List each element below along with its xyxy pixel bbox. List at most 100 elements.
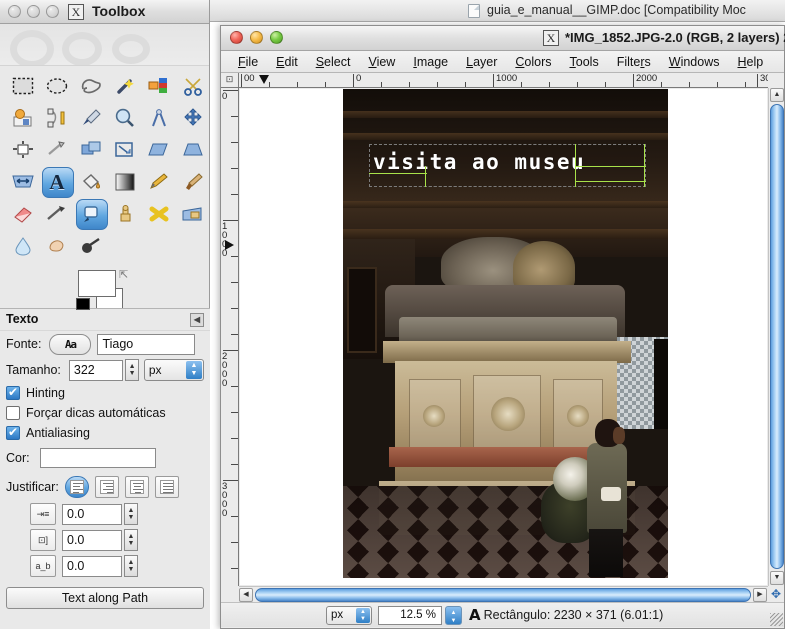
image-window-controls[interactable] bbox=[230, 31, 283, 44]
ellipse-select-tool[interactable] bbox=[40, 70, 74, 102]
ink-tool[interactable] bbox=[74, 198, 108, 230]
align-tool[interactable] bbox=[6, 134, 40, 166]
font-name-input[interactable]: Tiago bbox=[97, 333, 196, 355]
scroll-up-arrow-icon[interactable]: ▲ bbox=[770, 88, 784, 102]
align-left-button[interactable] bbox=[64, 476, 89, 498]
letter-spacing-input[interactable]: 0.0 bbox=[62, 555, 122, 577]
toolbox-wilber-drop-area[interactable] bbox=[0, 24, 209, 66]
move-tool[interactable] bbox=[176, 102, 210, 134]
size-stepper[interactable]: ▲ ▼ bbox=[125, 359, 139, 381]
toolbox-titlebar[interactable]: X Toolbox bbox=[0, 0, 209, 24]
text-layer-selection[interactable]: visita ao museu bbox=[369, 144, 646, 187]
zoom-button[interactable] bbox=[46, 5, 59, 18]
tool-grid[interactable]: A bbox=[0, 66, 209, 262]
rotate-tool[interactable] bbox=[74, 134, 108, 166]
vertical-scroll-thumb[interactable] bbox=[770, 104, 784, 569]
minimize-button[interactable] bbox=[250, 31, 263, 44]
letter-spacing-icon[interactable]: a_b bbox=[30, 555, 56, 577]
menu-windows[interactable]: Windows bbox=[660, 53, 729, 71]
airbrush-tool[interactable] bbox=[40, 198, 74, 230]
align-justify-button[interactable] bbox=[154, 476, 179, 498]
horizontal-scroll-thumb[interactable] bbox=[255, 588, 751, 602]
dodge-burn-tool[interactable] bbox=[74, 230, 108, 262]
menu-image[interactable]: Image bbox=[404, 53, 457, 71]
rect-select-tool[interactable] bbox=[6, 70, 40, 102]
force-autohint-checkbox[interactable] bbox=[6, 406, 20, 420]
color-picker-tool[interactable] bbox=[74, 102, 108, 134]
pencil-tool[interactable] bbox=[142, 166, 176, 198]
swap-colors-icon[interactable]: ⇱ bbox=[119, 268, 131, 281]
hinting-row[interactable]: Hinting bbox=[0, 383, 210, 403]
indent-stepper[interactable]: ▲ ▼ bbox=[124, 503, 138, 525]
menu-layer[interactable]: Layer bbox=[457, 53, 506, 71]
text-tool[interactable]: A bbox=[40, 166, 74, 198]
indent-input[interactable]: 0.0 bbox=[62, 503, 122, 525]
line-spacing-stepper[interactable]: ▲ ▼ bbox=[124, 529, 138, 551]
font-preview-button[interactable]: Aa bbox=[49, 333, 92, 355]
minimize-button[interactable] bbox=[27, 5, 40, 18]
photo-image[interactable]: visita ao museu bbox=[343, 89, 668, 578]
zoom-stepper[interactable]: ▲ ▼ bbox=[445, 605, 462, 625]
perspective-tool[interactable] bbox=[176, 134, 210, 166]
menu-bar[interactable]: FFileile Edit Select View Image Layer Co… bbox=[221, 51, 784, 73]
close-button[interactable] bbox=[8, 5, 21, 18]
ruler-origin-icon[interactable]: ⊡ bbox=[221, 73, 239, 88]
vertical-ruler[interactable]: 0 1000 2000 3000 bbox=[221, 88, 239, 586]
select-by-color-tool[interactable] bbox=[142, 70, 176, 102]
align-center-button[interactable] bbox=[124, 476, 149, 498]
align-right-button[interactable] bbox=[94, 476, 119, 498]
fuzzy-select-tool[interactable] bbox=[108, 70, 142, 102]
zoom-input[interactable]: 12.5 % bbox=[378, 605, 442, 625]
menu-view[interactable]: View bbox=[359, 53, 404, 71]
smudge-tool[interactable] bbox=[40, 230, 74, 262]
unit-select[interactable]: px ▲ ▼ bbox=[326, 605, 372, 625]
collapse-dock-icon[interactable]: ◀ bbox=[190, 313, 204, 327]
image-canvas[interactable]: visita ao museu bbox=[240, 89, 767, 585]
size-unit-select[interactable]: px ▲ ▼ bbox=[143, 359, 204, 381]
resize-grip-icon[interactable] bbox=[770, 613, 783, 626]
paintbrush-tool[interactable] bbox=[176, 166, 210, 198]
image-window-titlebar[interactable]: X *IMG_1852.JPG-2.0 (RGB, 2 layers) 2592… bbox=[221, 26, 785, 51]
force-autohint-row[interactable]: Forçar dicas automáticas bbox=[0, 403, 210, 423]
zoom-tool[interactable] bbox=[108, 102, 142, 134]
clone-tool[interactable] bbox=[108, 198, 142, 230]
size-input[interactable]: 322 bbox=[68, 359, 124, 381]
foreground-color-swatch[interactable] bbox=[78, 270, 116, 297]
line-spacing-input[interactable]: 0.0 bbox=[62, 529, 122, 551]
menu-edit[interactable]: Edit bbox=[267, 53, 307, 71]
menu-file[interactable]: FFileile bbox=[229, 53, 267, 71]
antialiasing-row[interactable]: Antialiasing bbox=[0, 423, 210, 443]
scroll-left-arrow-icon[interactable]: ◀ bbox=[239, 588, 253, 602]
menu-help[interactable]: Help bbox=[728, 53, 772, 71]
antialiasing-checkbox[interactable] bbox=[6, 425, 20, 440]
scissors-select-tool[interactable] bbox=[176, 70, 210, 102]
line-spacing-icon[interactable]: ⊡] bbox=[30, 529, 56, 551]
blur-sharpen-tool[interactable] bbox=[6, 230, 40, 262]
text-color-swatch[interactable] bbox=[39, 448, 156, 468]
hinting-checkbox[interactable] bbox=[6, 385, 20, 400]
shear-tool[interactable] bbox=[142, 134, 176, 166]
blend-gradient-tool[interactable] bbox=[108, 166, 142, 198]
crop-tool[interactable] bbox=[40, 134, 74, 166]
menu-filters[interactable]: Filters bbox=[608, 53, 660, 71]
measure-tool[interactable] bbox=[142, 102, 176, 134]
scale-tool[interactable] bbox=[108, 134, 142, 166]
indent-icon[interactable]: ⇥≡ bbox=[30, 503, 56, 525]
eraser-tool[interactable] bbox=[6, 198, 40, 230]
default-colors-icon[interactable] bbox=[76, 298, 90, 310]
menu-tools[interactable]: Tools bbox=[561, 53, 608, 71]
scroll-down-arrow-icon[interactable]: ▼ bbox=[770, 571, 784, 585]
horizontal-scrollbar[interactable]: ◀ ▶ bbox=[239, 586, 768, 602]
letter-spacing-stepper[interactable]: ▲ ▼ bbox=[124, 555, 138, 577]
navigation-preview-icon[interactable]: ✥ bbox=[768, 586, 784, 602]
foreground-select-tool[interactable] bbox=[6, 102, 40, 134]
scroll-right-arrow-icon[interactable]: ▶ bbox=[753, 588, 767, 602]
vertical-scrollbar[interactable]: ▲ ▼ bbox=[768, 88, 784, 586]
canvas-text[interactable]: visita ao museu bbox=[373, 150, 585, 174]
text-along-path-button[interactable]: Text along Path bbox=[6, 587, 204, 609]
paths-tool[interactable] bbox=[40, 102, 74, 134]
horizontal-ruler[interactable]: 00 0 1000 2000 3000 bbox=[239, 73, 768, 88]
zoom-button[interactable] bbox=[270, 31, 283, 44]
bucket-fill-tool[interactable] bbox=[74, 166, 108, 198]
free-select-tool[interactable] bbox=[74, 70, 108, 102]
